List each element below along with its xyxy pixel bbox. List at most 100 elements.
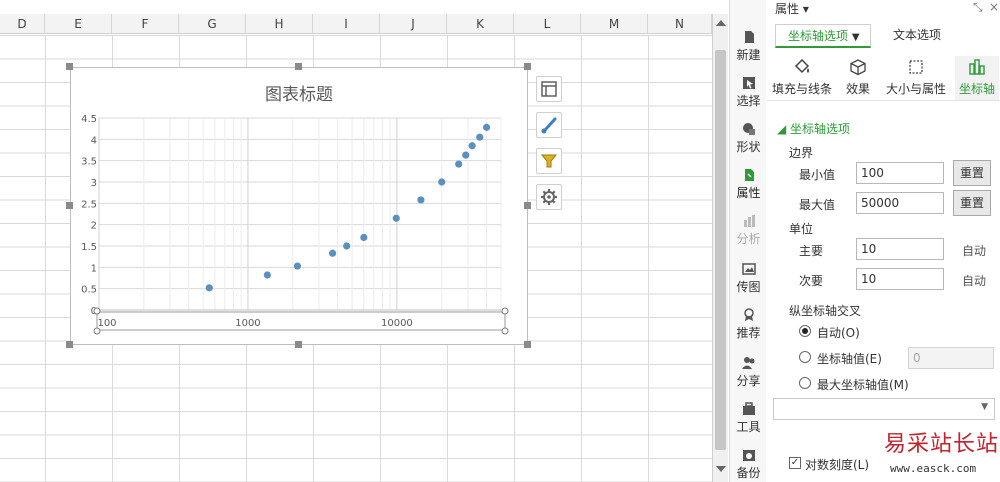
vertical-scrollbar[interactable] — [712, 14, 728, 482]
chart-settings-button[interactable] — [536, 184, 562, 210]
resize-handle[interactable] — [524, 202, 531, 209]
minor-auto-label[interactable]: 自动 — [962, 272, 986, 289]
axis-value-input[interactable] — [908, 347, 994, 369]
resize-handle[interactable] — [66, 341, 73, 348]
pane-close-icon[interactable]: × — [989, 0, 999, 14]
shape-icon — [742, 123, 755, 135]
iconbar-analysis[interactable]: 分析 — [730, 214, 767, 247]
resize-handle[interactable] — [66, 63, 73, 70]
data-point — [476, 133, 484, 141]
display-units-combo[interactable]: ▼ — [773, 398, 995, 420]
column-header[interactable]: F — [112, 14, 179, 34]
column-header[interactable]: N — [648, 14, 712, 34]
watermark-logo: 易采站长站 — [884, 432, 1000, 457]
y-tick-label: 1 — [91, 263, 97, 274]
radio-auto-label[interactable]: 自动(O) — [817, 324, 860, 341]
minor-unit-input[interactable] — [856, 268, 944, 290]
column-header[interactable]: G — [179, 14, 246, 34]
column-header[interactable]: K — [447, 14, 514, 34]
y-tick-label: 4 — [91, 135, 97, 146]
log-scale-label[interactable]: 对数刻度(L) — [805, 456, 869, 473]
tab-axis-options[interactable]: 坐标轴选项 ▼ — [775, 24, 871, 48]
column-header[interactable]: I — [313, 14, 380, 34]
task-pane-icon-bar: 新建 选择 形状 属性 分析 传图 推荐 分享 工具 备份 — [729, 0, 766, 482]
iconbar-select[interactable]: 选择 — [730, 76, 767, 109]
data-point — [482, 123, 491, 131]
watermark: 易采站长站 www.easck.com — [880, 424, 1000, 482]
data-point — [343, 242, 351, 250]
major-label: 主要 — [799, 244, 824, 258]
column-header[interactable]: J — [380, 14, 447, 34]
column-header[interactable]: M — [581, 14, 648, 34]
log-scale-checkbox[interactable]: ✓ — [789, 457, 801, 469]
y-tick-label: 1.5 — [81, 242, 97, 253]
reset-max-button[interactable]: 重置 — [953, 190, 991, 216]
min-label: 最小值 — [799, 168, 836, 182]
axis-selection-handle — [501, 327, 509, 335]
upload-image-icon — [741, 263, 756, 275]
spreadsheet-area[interactable]: D E F G H I J K L M N 图表标题 00.511.522.53… — [0, 0, 712, 482]
iconbar-tools[interactable]: 工具 — [730, 402, 767, 435]
resize-handle[interactable] — [524, 341, 531, 348]
paint-bucket-icon — [794, 58, 810, 74]
resize-handle[interactable] — [295, 341, 302, 348]
major-unit-input[interactable] — [856, 238, 944, 260]
subtab-axis[interactable]: 坐标轴 — [955, 56, 999, 100]
max-bound-input[interactable] — [856, 192, 944, 214]
iconbar-new[interactable]: 新建 — [730, 30, 767, 63]
scroll-down-arrow-icon[interactable] — [716, 466, 726, 472]
iconbar-properties[interactable]: 属性 — [730, 168, 767, 201]
chart-plot-area[interactable]: 00.511.522.533.544.5100100010000 — [71, 68, 529, 346]
radio-axis-value[interactable] — [799, 351, 811, 363]
axis-selection-handle — [501, 307, 509, 315]
scroll-thumb[interactable] — [715, 50, 726, 450]
data-point — [263, 271, 271, 279]
axis-cross-label: 纵坐标轴交叉 — [789, 304, 862, 318]
chart-style-button[interactable] — [536, 112, 562, 138]
section-axis-options[interactable]: ◢ 坐标轴选项 — [777, 120, 850, 137]
iconbar-recommend[interactable]: 推荐 — [730, 308, 767, 341]
iconbar-upload-image[interactable]: 传图 — [730, 262, 767, 295]
min-bound-input[interactable] — [856, 162, 944, 184]
tools-icon — [742, 402, 755, 415]
select-icon — [742, 77, 755, 89]
iconbar-share[interactable]: 分享 — [730, 356, 767, 389]
column-header[interactable]: E — [45, 14, 112, 34]
iconbar-backup[interactable]: 备份 — [730, 448, 767, 481]
radio-max-axis-value-label[interactable]: 最大坐标轴值(M) — [817, 376, 909, 393]
chart-style-icon — [541, 117, 557, 134]
resize-handle[interactable] — [524, 63, 531, 70]
column-header[interactable]: L — [514, 14, 581, 34]
scroll-up-arrow-icon[interactable] — [716, 20, 726, 26]
data-point — [417, 196, 425, 204]
chart-filter-button[interactable] — [536, 148, 562, 174]
units-label: 单位 — [789, 222, 814, 236]
radio-auto[interactable] — [799, 325, 811, 337]
reset-min-button[interactable]: 重置 — [953, 160, 991, 186]
x-tick-label: 100 — [97, 318, 116, 329]
radio-max-axis-value[interactable] — [799, 377, 811, 389]
scatter-chart[interactable]: 图表标题 00.511.522.533.544.5100100010000 — [70, 67, 528, 345]
subtab-fill-line[interactable]: 填充与线条 — [769, 56, 835, 100]
tab-text-options[interactable]: 文本选项 — [879, 24, 961, 48]
resize-handle[interactable] — [66, 202, 73, 209]
column-header[interactable]: H — [246, 14, 313, 34]
chart-settings-icon — [541, 189, 557, 205]
data-point — [462, 151, 470, 159]
chart-elements-button[interactable] — [536, 76, 562, 102]
resize-handle[interactable] — [295, 63, 302, 70]
iconbar-shape[interactable]: 形状 — [730, 122, 767, 155]
divider — [767, 100, 1000, 101]
subtab-effects[interactable]: 效果 — [839, 56, 877, 100]
major-auto-label[interactable]: 自动 — [962, 242, 986, 259]
chart-elements-icon — [541, 81, 557, 97]
column-header[interactable]: D — [0, 14, 45, 34]
share-icon — [741, 357, 754, 369]
subtab-size-properties[interactable]: 大小与属性 — [883, 56, 949, 100]
pane-pin-icon[interactable]: ⤡ — [973, 0, 983, 15]
y-tick-label: 4.5 — [81, 114, 97, 125]
radio-axis-value-label[interactable]: 坐标轴值(E) — [817, 350, 882, 367]
pane-title[interactable]: 属性 ▾ — [775, 0, 809, 17]
size-frame-icon — [909, 60, 923, 74]
backup-icon — [742, 450, 755, 461]
